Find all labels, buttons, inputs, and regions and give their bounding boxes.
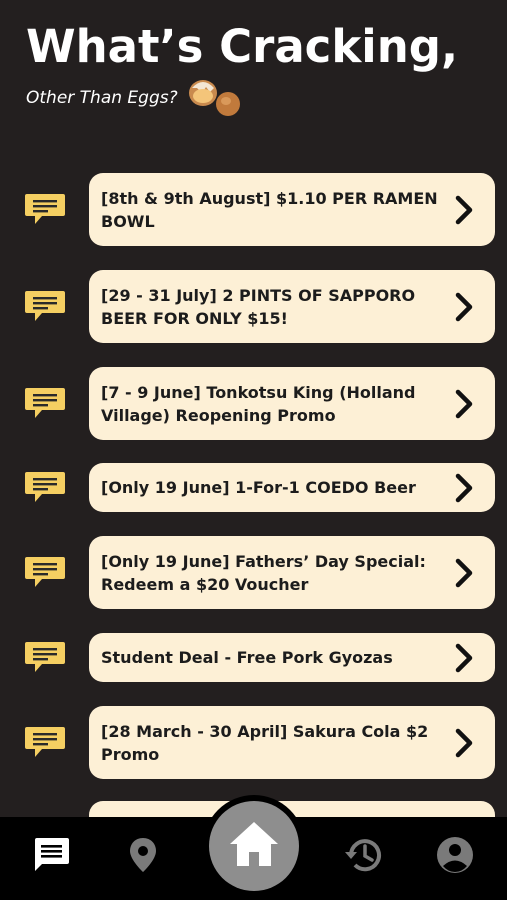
- promo-card[interactable]: [7 - 9 June] Tonkotsu King (Holland Vill…: [89, 367, 495, 440]
- page-title: What’s Cracking,: [26, 20, 459, 73]
- message-icon: [24, 555, 66, 589]
- promo-card[interactable]: [28 March - 30 April] Sakura Cola $2 Pro…: [89, 706, 495, 779]
- promo-card[interactable]: [Only 19 June] 1-For-1 COEDO Beer: [89, 463, 495, 512]
- promo-card[interactable]: [Only 19 June] Fathers’ Day Special: Red…: [89, 536, 495, 609]
- page-header: What’s Cracking, Other Than Eggs?: [26, 18, 496, 116]
- promo-title: [8th & 9th August] $1.10 PER RAMEN BOWL: [101, 188, 438, 231]
- chevron-right-icon: [453, 292, 475, 322]
- promo-card[interactable]: [29 - 31 July] 2 PINTS OF SAPPORO BEER F…: [89, 270, 495, 343]
- message-icon: [24, 386, 66, 420]
- message-icon: [24, 640, 66, 674]
- promo-title: [7 - 9 June] Tonkotsu King (Holland Vill…: [101, 382, 416, 425]
- chevron-right-icon: [453, 195, 475, 225]
- promo-title: [28 March - 30 April] Sakura Cola $2 Pro…: [101, 721, 429, 764]
- chevron-right-icon: [453, 473, 475, 503]
- history-icon[interactable]: [343, 835, 383, 875]
- cracked-egg-icon: [186, 78, 246, 118]
- chat-icon[interactable]: [31, 835, 71, 875]
- message-icon: [24, 470, 66, 504]
- chevron-right-icon: [453, 558, 475, 588]
- promo-card[interactable]: [8th & 9th August] $1.10 PER RAMEN BOWL: [89, 173, 495, 246]
- page-subtitle: Other Than Eggs?: [26, 88, 178, 108]
- home-icon: [226, 818, 282, 874]
- subtitle-row: Other Than Eggs?: [26, 78, 246, 118]
- chevron-right-icon: [453, 728, 475, 758]
- promo-title: Student Deal - Free Pork Gyozas: [101, 648, 393, 667]
- promo-title: [Only 19 June] Fathers’ Day Special: Red…: [101, 551, 426, 594]
- profile-icon[interactable]: [435, 835, 475, 875]
- promo-title: [29 - 31 July] 2 PINTS OF SAPPORO BEER F…: [101, 285, 416, 328]
- chevron-right-icon: [453, 389, 475, 419]
- chevron-right-icon: [453, 643, 475, 673]
- message-icon: [24, 725, 66, 759]
- message-icon: [24, 289, 66, 323]
- location-icon[interactable]: [123, 835, 163, 875]
- promo-card[interactable]: Student Deal - Free Pork Gyozas: [89, 633, 495, 682]
- message-icon: [24, 192, 66, 226]
- promo-title: [Only 19 June] 1-For-1 COEDO Beer: [101, 478, 416, 497]
- home-button[interactable]: [209, 801, 299, 891]
